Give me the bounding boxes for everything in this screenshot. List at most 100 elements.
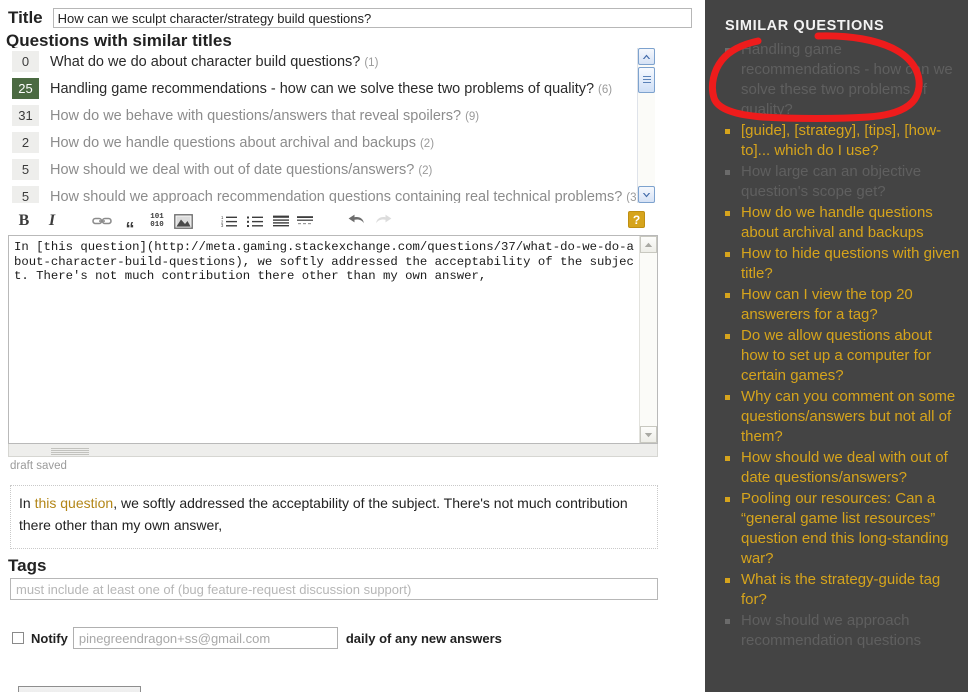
sidebar-question-link[interactable]: Pooling our resources: Can a “general ga…	[741, 489, 961, 569]
svg-text:3: 3	[221, 223, 224, 227]
title-label: Title	[8, 8, 43, 27]
vote-count-badge: 5	[12, 186, 39, 203]
sidebar-question-item[interactable]: Do we allow questions about how to set u…	[723, 326, 961, 386]
similar-title-link[interactable]: What do we do about character build ques…	[50, 54, 360, 70]
vote-count-badge: 2	[12, 132, 39, 153]
answer-count: (9)	[465, 110, 480, 123]
undo-icon[interactable]	[346, 210, 366, 232]
similar-title-cell: How should we approach recommendation qu…	[50, 188, 640, 204]
bullet-icon	[725, 293, 730, 298]
title-row: Title	[8, 6, 692, 30]
sidebar-question-link[interactable]: How large can an objective question's sc…	[741, 162, 961, 202]
similar-title-row[interactable]: 2 How do we handle questions about archiv…	[6, 129, 638, 156]
scroll-down-button[interactable]	[638, 186, 655, 203]
sidebar-question-item[interactable]: How should we deal with out of date ques…	[723, 448, 961, 488]
vote-count-badge: 25	[12, 78, 39, 99]
sidebar-question-item[interactable]: Why can you comment on some questions/an…	[723, 387, 961, 447]
sidebar-question-item[interactable]: How should we approach recommendation qu…	[723, 611, 961, 651]
similar-title-link[interactable]: How do we handle questions about archiva…	[50, 135, 416, 151]
resize-grip-icon	[51, 448, 89, 455]
help-button[interactable]: ?	[628, 211, 645, 228]
sidebar-question-item[interactable]: How large can an objective question's sc…	[723, 162, 961, 202]
sidebar-question-item[interactable]: What is the strategy-guide tag for?	[723, 570, 961, 610]
markdown-preview: In this question, we softly addressed th…	[10, 485, 658, 549]
similar-title-link[interactable]: How do we behave with questions/answers …	[50, 108, 461, 124]
sidebar-question-item[interactable]: [guide], [strategy], [tips], [how-to]...…	[723, 121, 961, 161]
scrollbar-thumb[interactable]	[638, 67, 655, 93]
sidebar-question-item[interactable]: Handling game recommendations - how can …	[723, 40, 961, 120]
preview-paragraph: In this question, we softly addressed th…	[19, 492, 649, 536]
notify-suffix-label: daily of any new answers	[345, 630, 502, 646]
sidebar-question-link[interactable]: Handling game recommendations - how can …	[741, 40, 961, 120]
code-icon[interactable]: 101 010	[146, 210, 168, 232]
notify-row: Notify daily of any new answers	[10, 626, 530, 650]
sidebar-question-item[interactable]: How do we handle questions about archiva…	[723, 203, 961, 243]
sidebar-question-link[interactable]: Do we allow questions about how to set u…	[741, 326, 961, 386]
sidebar-question-link[interactable]: [guide], [strategy], [tips], [how-to]...…	[741, 121, 961, 161]
markdown-editor	[8, 235, 658, 444]
code-icon-line-1: 101	[150, 213, 164, 221]
similar-questions-sidebar: SIMILAR QUESTIONS Handling game recommen…	[705, 0, 968, 692]
sidebar-question-link[interactable]: How to hide questions with given title?	[741, 244, 961, 284]
editor-scroll-down-button[interactable]	[640, 426, 657, 443]
scroll-up-button[interactable]	[638, 48, 655, 65]
answer-count: (2)	[418, 164, 433, 177]
sidebar-question-item[interactable]: How can I view the top 20 answerers for …	[723, 285, 961, 325]
title-input[interactable]	[52, 8, 692, 28]
bold-button[interactable]: B	[16, 210, 32, 232]
sidebar-question-link[interactable]: What is the strategy-guide tag for?	[741, 570, 961, 610]
answer-count: (6)	[598, 83, 613, 96]
heading-icon[interactable]	[272, 210, 290, 232]
similar-title-row[interactable]: 25 Handling game recommendations - how ca…	[6, 75, 638, 102]
sidebar-question-list: Handling game recommendations - how can …	[723, 40, 961, 652]
bullet-icon	[725, 619, 730, 624]
similar-title-row[interactable]: 31 How do we behave with questions/answer…	[6, 102, 638, 129]
horizontal-rule-icon[interactable]	[296, 210, 314, 232]
numbered-list-icon[interactable]: 1 2 3	[220, 210, 238, 232]
bullet-icon	[725, 334, 730, 339]
sidebar-question-link[interactable]: How do we handle questions about archiva…	[741, 203, 961, 243]
italic-button[interactable]: I	[44, 210, 60, 232]
bullet-icon	[725, 129, 730, 134]
scrollbar-grip-icon	[643, 76, 651, 84]
image-icon[interactable]	[172, 210, 194, 232]
link-icon[interactable]	[92, 210, 112, 232]
editor-scroll-up-button[interactable]	[640, 236, 657, 253]
sidebar-question-link[interactable]: How can I view the top 20 answerers for …	[741, 285, 961, 325]
preview-text-before-link: In	[19, 495, 35, 511]
notify-label: Notify	[31, 630, 68, 646]
post-question-button[interactable]: Post Your Question	[18, 686, 141, 692]
sidebar-question-link[interactable]: Why can you comment on some questions/an…	[741, 387, 961, 447]
bullet-icon	[725, 456, 730, 461]
similar-titles-scrollbar[interactable]	[637, 48, 655, 203]
similar-title-link[interactable]: Handling game recommendations - how can …	[50, 81, 594, 97]
main-form-column: Title Questions with similar titles 0Wha…	[0, 0, 700, 692]
bullet-icon	[725, 395, 730, 400]
similar-title-cell: Handling game recommendations - how can …	[50, 80, 612, 98]
sidebar-question-item[interactable]: How to hide questions with given title?	[723, 244, 961, 284]
sidebar-question-link[interactable]: How should we approach recommendation qu…	[741, 611, 961, 651]
sidebar-question-link[interactable]: How should we deal with out of date ques…	[741, 448, 961, 488]
similar-title-cell: How should we deal with out of date ques…	[50, 161, 432, 179]
similar-title-row[interactable]: 5 How should we deal with out of date que…	[6, 156, 638, 183]
notify-email-input[interactable]	[72, 627, 338, 649]
tags-input[interactable]	[10, 578, 658, 600]
editor-resize-handle[interactable]	[8, 444, 658, 457]
bullet-icon	[725, 497, 730, 502]
similar-title-row[interactable]: 0 What do we do about character build que…	[6, 48, 638, 75]
redo-icon[interactable]	[374, 210, 394, 232]
vote-count-badge: 0	[12, 51, 39, 72]
sidebar-question-item[interactable]: Pooling our resources: Can a “general ga…	[723, 489, 961, 569]
similar-title-link[interactable]: How should we deal with out of date ques…	[50, 162, 414, 178]
bullet-icon	[725, 48, 730, 53]
answer-count: (2)	[419, 137, 435, 150]
bulleted-list-icon[interactable]	[246, 210, 264, 232]
answer-count: (1)	[364, 56, 379, 69]
editor-textarea[interactable]	[9, 236, 640, 443]
similar-title-row[interactable]: 5 How should we approach recommendation q…	[6, 183, 640, 204]
editor-scrollbar[interactable]	[639, 236, 657, 443]
preview-link[interactable]: this question	[35, 495, 114, 511]
draft-saved-status: draft saved	[10, 460, 67, 472]
notify-checkbox[interactable]	[12, 632, 24, 644]
similar-title-link[interactable]: How should we approach recommendation qu…	[50, 189, 622, 204]
